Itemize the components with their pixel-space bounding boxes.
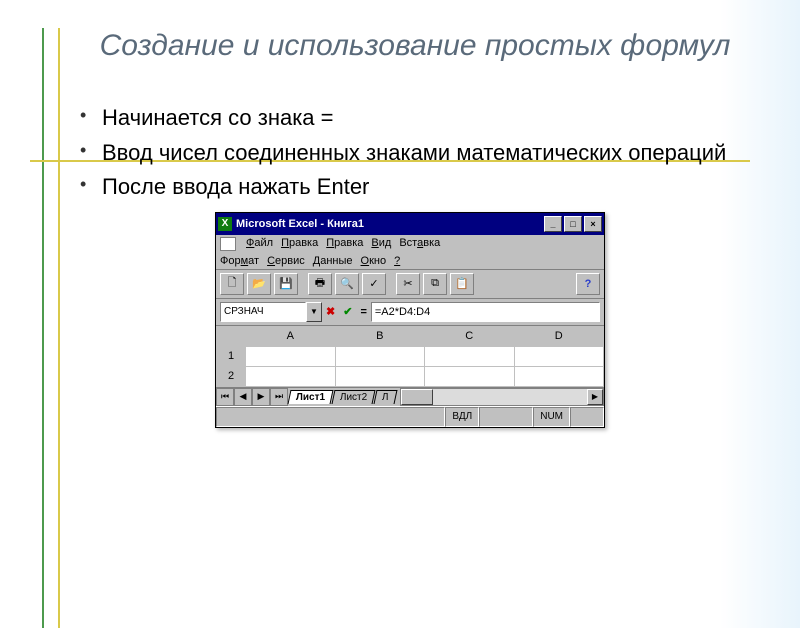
status-numlock: NUM (533, 407, 570, 427)
minimize-button[interactable]: _ (544, 216, 562, 232)
tab-nav-first-icon[interactable]: ⏮ (216, 388, 234, 406)
menu-view[interactable]: Вид (371, 237, 391, 251)
menu-window[interactable]: Окно (361, 255, 387, 267)
status-mode: ВДЛ (445, 407, 479, 427)
paste-button[interactable]: 📋 (450, 273, 474, 295)
help-button[interactable]: ? (576, 273, 600, 295)
tab-nav-last-icon[interactable]: ⏭ (270, 388, 288, 406)
slide-content: Начинается со знака = Ввод чисел соедине… (80, 104, 740, 428)
cell[interactable] (514, 366, 604, 386)
cell[interactable] (425, 366, 514, 386)
menu-edit2[interactable]: Правка (326, 237, 363, 251)
scrollbar-thumb[interactable] (401, 389, 433, 405)
open-button[interactable]: 📂 (247, 273, 271, 295)
statusbar: ВДЛ NUM (216, 406, 604, 427)
cell[interactable] (246, 366, 335, 386)
status-empty3 (570, 407, 604, 427)
close-button[interactable]: × (584, 216, 602, 232)
sheet-tab-active[interactable]: Лист1 (288, 390, 334, 404)
bullet-item: После ввода нажать Enter (80, 173, 740, 202)
select-all-corner[interactable] (217, 326, 246, 346)
workbook-icon (220, 237, 236, 251)
horizontal-scrollbar[interactable]: ▶ (400, 388, 604, 406)
menu-edit[interactable]: Правка (281, 237, 318, 251)
copy-button[interactable]: ⧉ (423, 273, 447, 295)
spreadsheet-grid[interactable]: A B C D 1 2 (216, 326, 604, 387)
menu-file[interactable]: Файл (246, 237, 273, 251)
accept-formula-icon[interactable]: ✔ (339, 305, 356, 318)
menu-insert[interactable]: Вставка (399, 237, 440, 251)
sheet-tab-bar: ⏮ ◀ ▶ ⏭ Лист1 Лист2 Л ▶ (216, 387, 604, 406)
menu-data[interactable]: Данные (313, 255, 353, 267)
name-dropdown-icon[interactable]: ▼ (306, 302, 322, 322)
toolbar: 🗋 📂 💾 🖶 🔍 ✓ ✂ ⧉ 📋 ? (216, 270, 604, 299)
excel-logo-icon: X (218, 217, 232, 231)
maximize-button[interactable]: □ (564, 216, 582, 232)
menu-help[interactable]: ? (394, 255, 400, 267)
window-title: Microsoft Excel - Книга1 (236, 218, 544, 230)
preview-button[interactable]: 🔍 (335, 273, 359, 295)
spellcheck-button[interactable]: ✓ (362, 273, 386, 295)
slide-title: Создание и использование простых формул (70, 28, 760, 64)
formula-input[interactable]: =A2*D4:D4 (371, 302, 600, 322)
scroll-right-icon[interactable]: ▶ (587, 389, 603, 405)
tab-nav-next-icon[interactable]: ▶ (252, 388, 270, 406)
formula-bar: СРЗНАЧ ▼ ✖ ✔ = =A2*D4:D4 (216, 299, 604, 326)
cell[interactable] (246, 346, 335, 366)
name-box[interactable]: СРЗНАЧ (220, 302, 306, 322)
col-header[interactable]: C (425, 326, 514, 346)
sheet-tab[interactable]: Л (374, 390, 398, 404)
excel-window: X Microsoft Excel - Книга1 _ □ × Файл Пр… (215, 212, 605, 428)
cell[interactable] (335, 366, 424, 386)
col-header[interactable]: B (335, 326, 424, 346)
row-header[interactable]: 1 (217, 346, 246, 366)
row-header[interactable]: 2 (217, 366, 246, 386)
status-empty2 (479, 407, 533, 427)
bullet-item: Ввод чисел соединенных знаками математич… (80, 139, 740, 168)
cell[interactable] (335, 346, 424, 366)
tab-nav-prev-icon[interactable]: ◀ (234, 388, 252, 406)
menubar: Файл Правка Правка Вид Вставка Формат Се… (216, 235, 604, 270)
menu-tools[interactable]: Сервис (267, 255, 305, 267)
cancel-formula-icon[interactable]: ✖ (322, 305, 339, 318)
menu-format[interactable]: Формат (220, 255, 259, 267)
accent-line-yellow (58, 28, 60, 628)
status-empty (216, 407, 445, 427)
cell[interactable] (514, 346, 604, 366)
col-header[interactable]: D (514, 326, 604, 346)
cut-button[interactable]: ✂ (396, 273, 420, 295)
new-button[interactable]: 🗋 (220, 273, 244, 295)
col-header[interactable]: A (246, 326, 335, 346)
sheet-tab[interactable]: Лист2 (332, 390, 376, 404)
save-button[interactable]: 💾 (274, 273, 298, 295)
bullet-item: Начинается со знака = (80, 104, 740, 133)
accent-line-green (42, 28, 44, 628)
function-equals-icon[interactable]: = (356, 306, 370, 318)
titlebar: X Microsoft Excel - Книга1 _ □ × (216, 213, 604, 235)
cell[interactable] (425, 346, 514, 366)
print-button[interactable]: 🖶 (308, 273, 332, 295)
